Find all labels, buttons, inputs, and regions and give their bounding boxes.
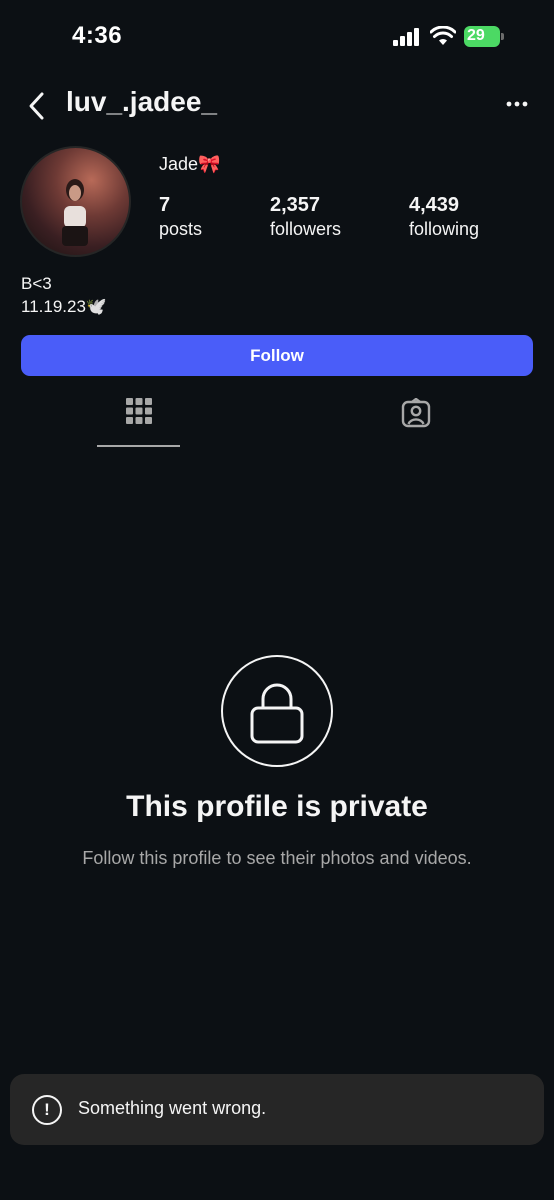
profile-avatar[interactable] (20, 146, 131, 257)
stat-following-label: following (409, 219, 480, 239)
display-name: Jade🎀 (159, 154, 221, 174)
toast-message: Something went wrong. (78, 1098, 267, 1118)
tab-tagged[interactable] (374, 398, 457, 448)
stat-following[interactable]: 4,439 following (409, 193, 479, 241)
profile-bio: B<3 11.19.23🕊️ (21, 272, 107, 318)
stat-followers-count: 2,357 (270, 194, 321, 216)
stat-followers[interactable]: 2,357 followers (270, 193, 341, 241)
stat-following-count: 4,439 (409, 194, 460, 216)
cellular-signal-icon (393, 28, 419, 46)
chevron-left-icon (29, 92, 44, 120)
alert-icon: ! (32, 1095, 62, 1125)
grid-icon (125, 398, 152, 424)
bio-line-1: B<3 (21, 274, 52, 293)
battery-tip (501, 33, 504, 40)
private-profile-title: This profile is private (126, 790, 428, 823)
stat-followers-label: followers (270, 219, 342, 239)
private-profile-subtitle: Follow this profile to see their photos … (82, 848, 472, 868)
tagged-person-icon (401, 398, 430, 428)
more-options-button[interactable] (500, 96, 534, 112)
status-bar: 4:36 29 (0, 0, 554, 72)
error-toast[interactable]: ! Something went wrong. (10, 1074, 544, 1145)
stat-posts[interactable]: 7 posts (159, 193, 202, 241)
ellipsis-icon (506, 101, 528, 107)
stat-posts-label: posts (159, 219, 203, 239)
active-tab-indicator (97, 445, 180, 447)
battery-indicator: 29 (464, 26, 504, 47)
stat-posts-count: 7 (159, 194, 171, 216)
lock-icon (250, 683, 304, 744)
profile-username: luv_.jadee_ (66, 86, 217, 117)
battery-level: 29 (467, 27, 485, 44)
avatar-photo (62, 179, 88, 246)
follow-button[interactable]: Follow (21, 335, 533, 376)
tab-posts-grid[interactable] (97, 398, 180, 448)
battery-body: 29 (464, 26, 500, 47)
status-time: 4:36 (72, 22, 123, 49)
wifi-icon (430, 26, 456, 45)
back-button[interactable] (22, 88, 50, 124)
bio-line-2: 11.19.23🕊️ (21, 297, 108, 316)
